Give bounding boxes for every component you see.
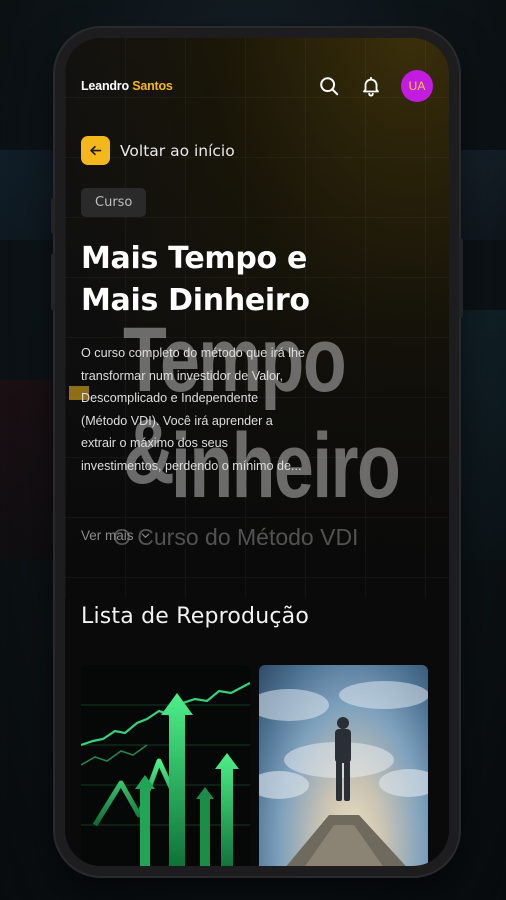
avatar[interactable]: UA xyxy=(401,70,433,102)
playlist-section-title: Lista de Reprodução xyxy=(81,604,309,629)
search-icon[interactable] xyxy=(317,74,341,98)
chevron-down-icon xyxy=(141,533,149,538)
see-more-button[interactable]: Ver mais xyxy=(81,528,151,543)
phone-side-button xyxy=(51,198,55,234)
bell-icon[interactable] xyxy=(359,74,383,98)
playlist-thumbnail-man-on-clouds[interactable] xyxy=(259,665,428,866)
back-to-home-button[interactable]: Voltar ao início xyxy=(81,136,235,165)
phone-frame: Tempo & inheiro O Curso do Método VDI Le… xyxy=(51,28,463,876)
course-title-line-2: Mais Dinheiro xyxy=(81,283,310,318)
app-screen: Tempo & inheiro O Curso do Método VDI Le… xyxy=(65,38,449,866)
course-description: O curso completo do método que irá lhe t… xyxy=(81,346,306,473)
brand-first-name: Leandro xyxy=(81,79,129,93)
brand-last-name: Santos xyxy=(132,79,173,93)
phone-side-button xyxy=(51,253,55,311)
see-more-label: Ver mais xyxy=(81,528,134,543)
course-tag-badge: Curso xyxy=(81,188,147,217)
arrow-left-icon xyxy=(81,136,110,165)
background-card xyxy=(456,150,506,240)
playlist-carousel xyxy=(81,665,428,866)
course-title: Mais Tempo e Mais Dinheiro xyxy=(81,238,381,322)
top-bar: Leandro Santos UA xyxy=(81,68,433,104)
back-label: Voltar ao início xyxy=(120,141,235,160)
course-title-line-1: Mais Tempo e xyxy=(81,241,308,276)
phone-side-button xyxy=(459,238,463,318)
brand-logo[interactable]: Leandro Santos xyxy=(81,79,173,93)
playlist-thumbnail-stock-chart[interactable] xyxy=(81,665,250,866)
top-actions: UA xyxy=(317,70,433,102)
background-card xyxy=(456,310,506,560)
